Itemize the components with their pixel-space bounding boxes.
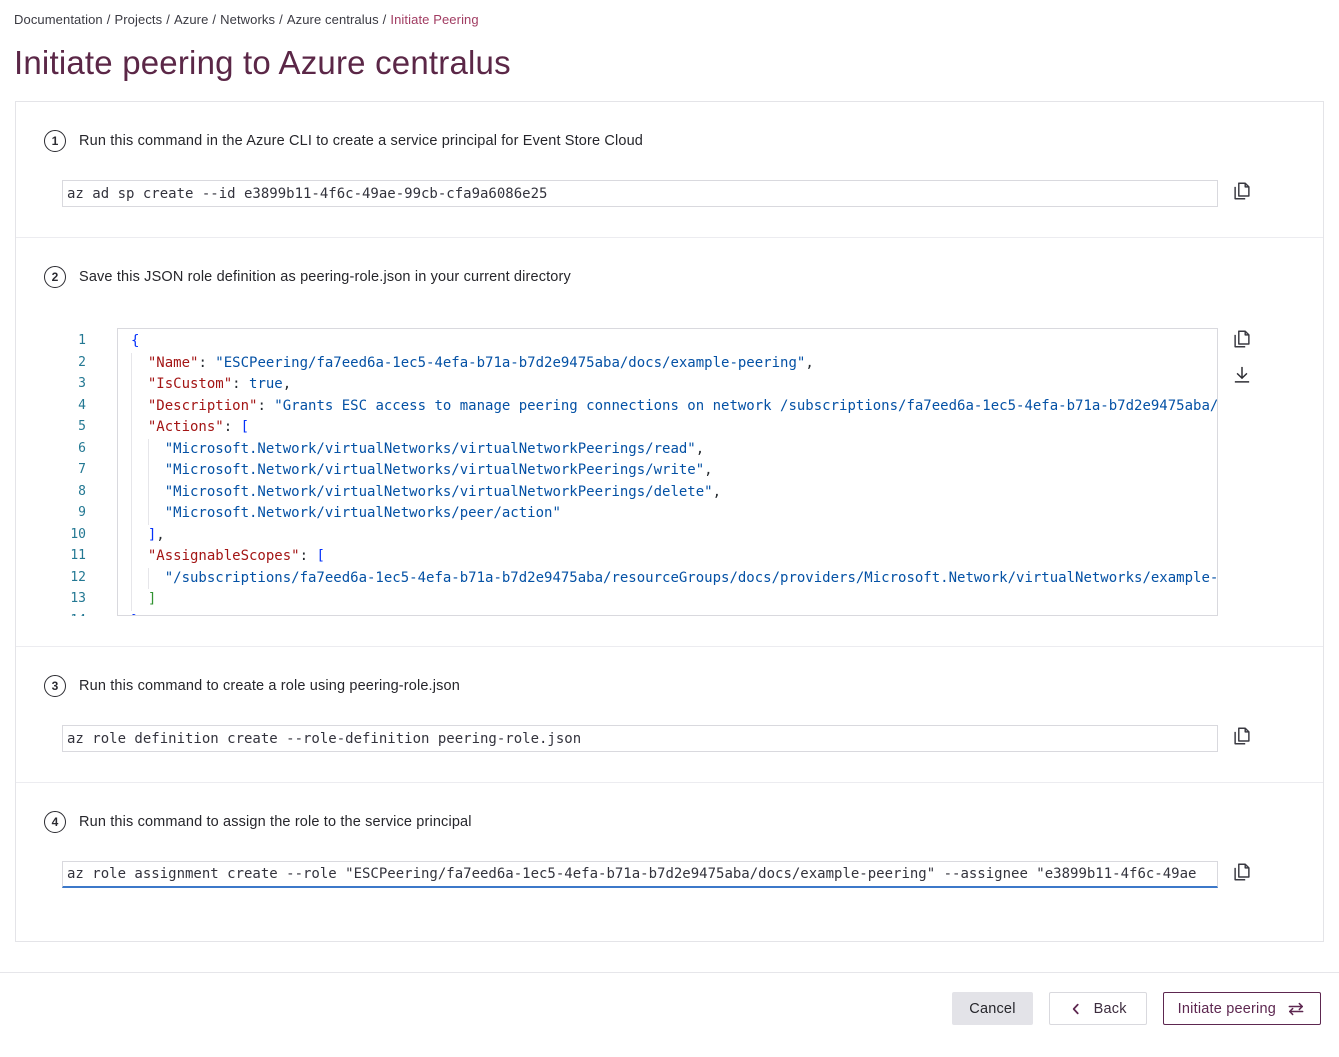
breadcrumb: Documentation/Projects/Azure/Networks/Az… (14, 12, 1323, 27)
step-instruction: Save this JSON role definition as peerin… (79, 269, 571, 285)
line-number: 5 (62, 416, 86, 438)
code-line: "AssignableScopes": [ (131, 546, 1217, 568)
footer-actions: Cancel Back Initiate peering (0, 972, 1339, 1045)
code-line: { (131, 331, 1217, 353)
breadcrumb-separator: / (103, 12, 115, 27)
breadcrumb-link[interactable]: Azure (174, 12, 208, 27)
code-line: "Microsoft.Network/virtualNetworks/virtu… (131, 482, 1217, 504)
code-line: ], (131, 525, 1217, 547)
breadcrumb-separator: / (379, 12, 391, 27)
code-line: "Name": "ESCPeering/fa7eed6a-1ec5-4efa-b… (131, 353, 1217, 375)
breadcrumb-link[interactable]: Projects (114, 12, 162, 27)
cli-command-input[interactable] (62, 861, 1218, 888)
line-number: 11 (62, 545, 86, 567)
editor-line-numbers: 1234567891011121314 (62, 328, 117, 616)
step-instruction: Run this command to assign the role to t… (79, 814, 472, 830)
copy-button[interactable] (1231, 725, 1253, 747)
breadcrumb-link[interactable]: Networks (220, 12, 275, 27)
breadcrumb-separator: / (162, 12, 174, 27)
step-number-badge: 1 (44, 130, 66, 152)
breadcrumb-separator: / (275, 12, 287, 27)
step-3-section: 3 Run this command to create a role usin… (16, 646, 1323, 782)
back-button[interactable]: Back (1049, 992, 1147, 1025)
swap-arrows-icon (1286, 999, 1306, 1019)
breadcrumb-current: Initiate Peering (390, 12, 478, 27)
line-number: 12 (62, 567, 86, 589)
copy-icon (1231, 328, 1253, 350)
cancel-button[interactable]: Cancel (952, 992, 1032, 1025)
code-line: "Microsoft.Network/virtualNetworks/virtu… (131, 460, 1217, 482)
copy-button[interactable] (1231, 180, 1253, 202)
step-instruction: Run this command to create a role using … (79, 678, 460, 694)
code-line: ] (131, 589, 1217, 611)
back-button-label: Back (1094, 1001, 1127, 1017)
code-line: } (131, 611, 1217, 617)
line-number: 10 (62, 524, 86, 546)
cli-command-input[interactable] (62, 180, 1218, 207)
json-editor-lines: { "Name": "ESCPeering/fa7eed6a-1ec5-4efa… (131, 331, 1217, 616)
line-number: 13 (62, 588, 86, 610)
copy-icon (1231, 861, 1253, 883)
step-number-badge: 2 (44, 266, 66, 288)
breadcrumb-separator: / (208, 12, 220, 27)
line-number: 7 (62, 459, 86, 481)
line-number: 14 (62, 610, 86, 617)
json-editor[interactable]: { "Name": "ESCPeering/fa7eed6a-1ec5-4efa… (117, 328, 1218, 616)
cli-command-input[interactable] (62, 725, 1218, 752)
wizard-card: 1 Run this command in the Azure CLI to c… (15, 101, 1324, 942)
step-4-section: 4 Run this command to assign the role to… (16, 782, 1323, 941)
download-button[interactable] (1231, 364, 1253, 386)
step-2-section: 2 Save this JSON role definition as peer… (16, 237, 1323, 646)
chevron-left-icon (1069, 1002, 1083, 1016)
line-number: 9 (62, 502, 86, 524)
initiate-peering-label: Initiate peering (1178, 1001, 1276, 1017)
copy-button[interactable] (1231, 328, 1253, 350)
code-line: "Description": "Grants ESC access to man… (131, 396, 1217, 418)
copy-icon (1231, 725, 1253, 747)
line-number: 8 (62, 481, 86, 503)
step-number-badge: 3 (44, 675, 66, 697)
step-number-badge: 4 (44, 811, 66, 833)
code-line: "Microsoft.Network/virtualNetworks/peer/… (131, 503, 1217, 525)
line-number: 3 (62, 373, 86, 395)
initiate-peering-button[interactable]: Initiate peering (1163, 992, 1321, 1025)
line-number: 6 (62, 438, 86, 460)
copy-icon (1231, 180, 1253, 202)
line-number: 4 (62, 395, 86, 417)
step-1-section: 1 Run this command in the Azure CLI to c… (16, 102, 1323, 237)
page-title: Initiate peering to Azure centralus (14, 44, 1323, 82)
code-line: "Actions": [ (131, 417, 1217, 439)
breadcrumb-link[interactable]: Documentation (14, 12, 103, 27)
download-icon (1231, 364, 1253, 386)
code-line: "Microsoft.Network/virtualNetworks/virtu… (131, 439, 1217, 461)
line-number: 1 (62, 330, 86, 352)
step-instruction: Run this command in the Azure CLI to cre… (79, 133, 643, 149)
copy-button[interactable] (1231, 861, 1253, 883)
line-number: 2 (62, 352, 86, 374)
breadcrumb-link[interactable]: Azure centralus (287, 12, 379, 27)
page-header: Documentation/Projects/Azure/Networks/Az… (0, 0, 1339, 82)
code-line: "IsCustom": true, (131, 374, 1217, 396)
code-line: "/subscriptions/fa7eed6a-1ec5-4efa-b71a-… (131, 568, 1217, 590)
